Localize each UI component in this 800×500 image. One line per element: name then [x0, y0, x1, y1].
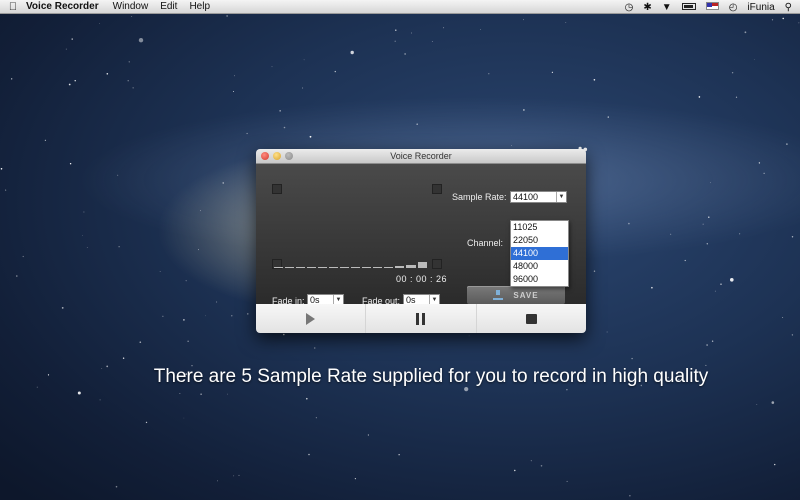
save-button[interactable]: SAVE: [467, 286, 565, 304]
zoom-icon[interactable]: [285, 152, 293, 160]
sample-rate-option-selected[interactable]: 44100: [511, 247, 568, 260]
sample-rate-dropdown-list: 11025 22050 44100 48000 96000: [510, 220, 569, 287]
menu-extras: ◷ ✱ ▼ ◴ iFunia ⚲: [625, 0, 792, 14]
pause-button[interactable]: [366, 304, 477, 333]
sample-rate-option[interactable]: 48000: [511, 260, 568, 273]
sample-rate-option[interactable]: 22050: [511, 234, 568, 247]
waveform-corner: [432, 184, 442, 194]
bluetooth-icon[interactable]: ✱: [643, 2, 651, 13]
time-machine-icon[interactable]: ◷: [625, 2, 634, 13]
menu-edit[interactable]: Edit: [160, 1, 177, 12]
menu-window[interactable]: Window: [113, 1, 149, 12]
download-icon: [493, 290, 504, 300]
flag-icon[interactable]: [705, 1, 719, 13]
sample-rate-value: 44100: [513, 192, 539, 202]
sample-rate-option[interactable]: 11025: [511, 221, 568, 234]
menu-bar:  Voice Recorder Window Edit Help ◷ ✱ ▼ …: [0, 0, 800, 14]
sample-rate-label: Sample Rate:: [452, 192, 507, 202]
battery-icon[interactable]: [681, 2, 696, 13]
spotlight-search-icon[interactable]: ⚲: [785, 2, 792, 13]
window-title: Voice Recorder: [390, 151, 452, 161]
chevron-down-icon: ▼: [556, 192, 566, 202]
waveform-corner: [432, 259, 442, 269]
waveform-corner: [272, 184, 282, 194]
channel-label: Channel:: [467, 238, 504, 248]
promo-caption: There are 5 Sample Rate supplied for you…: [153, 366, 709, 387]
clock-icon[interactable]: ◴: [729, 2, 738, 13]
sample-rate-select[interactable]: 44100 ▼: [510, 191, 567, 203]
record-timer: 00 : 00 : 26: [396, 274, 448, 284]
stop-button[interactable]: [477, 304, 586, 333]
stop-icon: [525, 313, 537, 324]
level-meter: [274, 260, 427, 268]
window-titlebar[interactable]: Voice Recorder: [256, 149, 586, 164]
sample-rate-option[interactable]: 96000: [511, 273, 568, 286]
pause-icon: [416, 312, 426, 325]
menu-help[interactable]: Help: [189, 1, 210, 12]
save-button-label: SAVE: [513, 290, 539, 300]
wifi-icon[interactable]: ▼: [662, 2, 672, 13]
voice-recorder-window: Voice Recorder 00 : 00 : 26 Sample Rate:…: [256, 149, 586, 333]
menu-user[interactable]: iFunia: [747, 2, 774, 13]
waveform-area: [272, 184, 442, 269]
close-icon[interactable]: [261, 152, 269, 160]
apple-icon[interactable]: : [0, 1, 26, 13]
play-icon: [306, 312, 316, 325]
minimize-icon[interactable]: [273, 152, 281, 160]
play-button[interactable]: [256, 304, 367, 333]
playback-controls: [256, 304, 586, 333]
recorder-panel: 00 : 00 : 26 Sample Rate: 44100 ▼ Channe…: [256, 164, 586, 306]
menu-app-name[interactable]: Voice Recorder: [26, 1, 99, 12]
